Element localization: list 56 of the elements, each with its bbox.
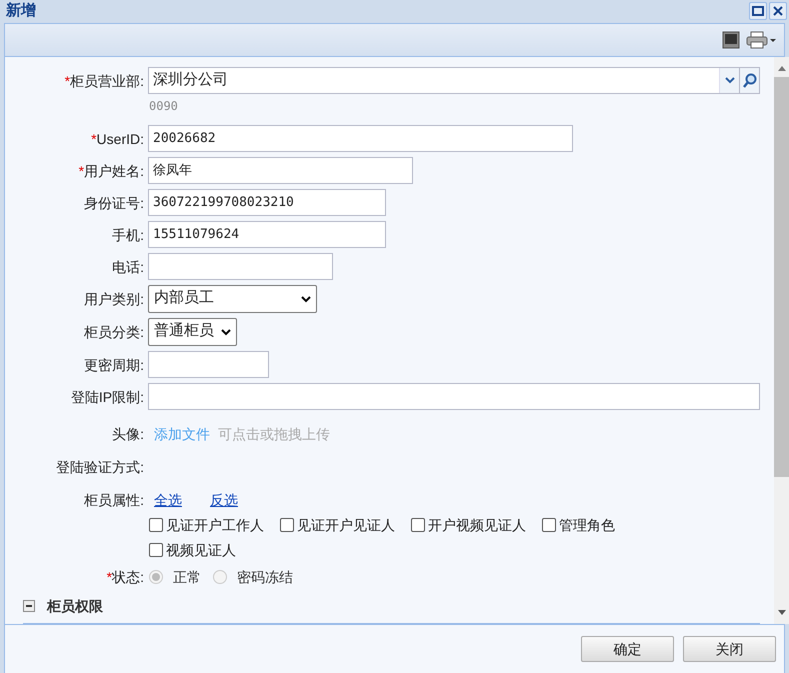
text-field[interactable]	[148, 350, 269, 378]
dialog-button[interactable]: 关闭	[683, 636, 776, 662]
field-label: 更密周期:	[84, 356, 144, 374]
field-label: 柜员属性:	[84, 490, 144, 510]
field-label: *UserID:	[91, 130, 144, 148]
field-label: 登陆IP限制:	[70, 388, 144, 406]
search-icon[interactable]	[739, 68, 759, 92]
field-label: 登陆验证方式:	[56, 458, 144, 476]
field-label: 手机:	[112, 226, 144, 244]
text-field[interactable]: 360722199708023210	[148, 188, 386, 216]
maximize-icon	[752, 6, 764, 16]
close-button[interactable]	[769, 2, 787, 20]
checkbox[interactable]	[411, 518, 425, 532]
combo-field[interactable]: 深圳分公司	[148, 66, 760, 94]
checkbox-label: 见证开户见证人	[297, 516, 395, 534]
section-title: 柜员权限	[47, 596, 103, 616]
checkbox-label: 见证开户工作人	[166, 516, 264, 534]
field-label: 头像:	[112, 424, 144, 444]
checkbox[interactable]	[149, 543, 163, 557]
radio-label: 密码冻结	[237, 568, 293, 586]
dropdown[interactable]: 普通柜员	[148, 318, 237, 346]
radio-label: 正常	[173, 568, 201, 586]
text-field[interactable]: 15511079624	[148, 220, 386, 248]
checkbox[interactable]	[280, 518, 294, 532]
close-icon	[773, 6, 783, 16]
code-hint: 0090	[148, 98, 179, 114]
field-label: *柜员营业部:	[64, 72, 144, 90]
text-field[interactable]	[148, 382, 760, 410]
chevron-icon	[220, 326, 232, 336]
field-label: *用户姓名:	[78, 162, 144, 180]
scrollbar-thumb[interactable]	[774, 76, 789, 476]
select-link[interactable]: 全选	[154, 490, 182, 510]
text-field[interactable]	[148, 252, 333, 280]
collapse-icon[interactable]	[23, 600, 35, 612]
dropdown[interactable]: 内部员工	[148, 284, 317, 312]
text-field[interactable]: 徐凤年	[148, 156, 413, 184]
field-label: 用户类别:	[84, 290, 144, 308]
chevron-icon[interactable]	[719, 68, 739, 92]
checkbox-label: 管理角色	[559, 516, 615, 534]
dialog-button[interactable]: 确定	[581, 636, 674, 662]
printer-icon[interactable]	[746, 30, 776, 48]
checkbox[interactable]	[149, 518, 163, 532]
field-label: 身份证号:	[84, 194, 144, 212]
window-title: 新增	[6, 1, 36, 21]
field-label: 柜员分类:	[84, 322, 144, 342]
checkbox[interactable]	[542, 518, 556, 532]
field-label: 电话:	[112, 258, 144, 276]
chevron-icon	[300, 294, 312, 304]
maximize-button[interactable]	[749, 2, 767, 20]
image-icon[interactable]	[722, 30, 740, 48]
upload-hint: 可点击或拖拽上传	[218, 424, 330, 444]
select-link[interactable]: 反选	[210, 490, 238, 510]
checkbox-label: 视频见证人	[166, 540, 236, 560]
text-field[interactable]: 20026682	[148, 124, 573, 152]
checkbox-label: 开户视频见证人	[428, 516, 526, 534]
field-label: *状态:	[106, 568, 144, 586]
